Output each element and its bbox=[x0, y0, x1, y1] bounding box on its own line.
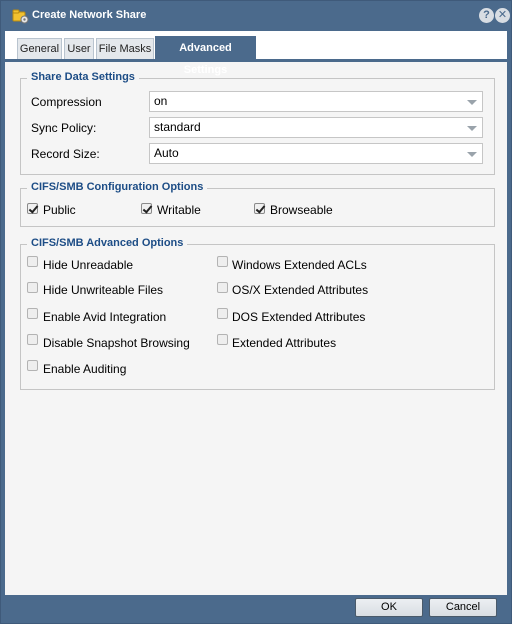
public-checkbox[interactable] bbox=[27, 203, 38, 214]
compression-value: on bbox=[154, 94, 168, 108]
title-bar[interactable]: Create Network Share ? ✕ bbox=[1, 1, 511, 31]
tab-general[interactable]: General bbox=[17, 38, 62, 59]
extended-attributes-label: Extended Attributes bbox=[232, 336, 337, 350]
disable-snapshot-checkbox[interactable] bbox=[27, 334, 38, 345]
windows-acls-label: Windows Extended ACLs bbox=[232, 258, 367, 272]
cifs-advanced-group: CIFS/SMB Advanced Options Hide Unreadabl… bbox=[20, 237, 495, 390]
share-data-settings-legend: Share Data Settings bbox=[27, 71, 139, 83]
osx-attributes-checkbox[interactable] bbox=[217, 282, 228, 293]
cifs-config-group: CIFS/SMB Configuration Options Public Wr… bbox=[20, 181, 495, 227]
dialog-body: General User File Masks Advanced Setting… bbox=[5, 31, 507, 595]
record-size-select[interactable]: Auto bbox=[149, 143, 483, 164]
hide-unwriteable-checkbox[interactable] bbox=[27, 282, 38, 293]
tab-advanced-settings[interactable]: Advanced Settings bbox=[155, 36, 256, 76]
tab-file-masks[interactable]: File Masks bbox=[96, 38, 154, 59]
enable-auditing-checkbox[interactable] bbox=[27, 360, 38, 371]
browseable-label: Browseable bbox=[270, 203, 333, 217]
help-icon[interactable]: ? bbox=[479, 8, 494, 23]
hide-unwriteable-label: Hide Unwriteable Files bbox=[43, 283, 164, 297]
sync-policy-label: Sync Policy: bbox=[31, 121, 97, 135]
windows-acls-checkbox[interactable] bbox=[217, 256, 228, 267]
dialog-title: Create Network Share bbox=[32, 9, 147, 21]
ok-button[interactable]: OK bbox=[355, 598, 423, 617]
compression-select[interactable]: on bbox=[149, 91, 483, 112]
compression-label: Compression bbox=[31, 95, 102, 109]
extended-attributes-checkbox[interactable] bbox=[217, 334, 228, 345]
hide-unreadable-checkbox[interactable] bbox=[27, 256, 38, 267]
hide-unreadable-label: Hide Unreadable bbox=[43, 258, 134, 272]
tab-user[interactable]: User bbox=[64, 38, 94, 59]
close-icon[interactable]: ✕ bbox=[495, 8, 510, 23]
writable-checkbox[interactable] bbox=[141, 203, 152, 214]
dos-attributes-checkbox[interactable] bbox=[217, 308, 228, 319]
chevron-down-icon bbox=[467, 100, 477, 105]
chevron-down-icon bbox=[467, 152, 477, 157]
writable-label: Writable bbox=[157, 203, 201, 217]
enable-auditing-label: Enable Auditing bbox=[43, 362, 127, 376]
disable-snapshot-label: Disable Snapshot Browsing bbox=[43, 336, 190, 350]
enable-avid-label: Enable Avid Integration bbox=[43, 310, 167, 324]
sync-policy-select[interactable]: standard bbox=[149, 117, 483, 138]
public-label: Public bbox=[43, 203, 76, 217]
share-data-settings-group: Share Data Settings Compression on Sync … bbox=[20, 71, 495, 175]
browseable-checkbox[interactable] bbox=[254, 203, 265, 214]
enable-avid-checkbox[interactable] bbox=[27, 308, 38, 319]
record-size-label: Record Size: bbox=[31, 147, 100, 161]
dialog-footer: OK Cancel bbox=[5, 595, 507, 619]
network-share-icon bbox=[12, 9, 29, 24]
cifs-config-legend: CIFS/SMB Configuration Options bbox=[27, 181, 208, 193]
tab-strip: General User File Masks Advanced Setting… bbox=[5, 31, 507, 76]
sync-policy-value: standard bbox=[154, 120, 201, 134]
cifs-advanced-legend: CIFS/SMB Advanced Options bbox=[27, 237, 188, 249]
dos-attributes-label: DOS Extended Attributes bbox=[232, 310, 366, 324]
osx-attributes-label: OS/X Extended Attributes bbox=[232, 283, 369, 297]
record-size-value: Auto bbox=[154, 146, 179, 160]
create-network-share-dialog: Create Network Share ? ✕ General User Fi… bbox=[0, 0, 512, 624]
chevron-down-icon bbox=[467, 126, 477, 131]
cancel-button[interactable]: Cancel bbox=[429, 598, 497, 617]
